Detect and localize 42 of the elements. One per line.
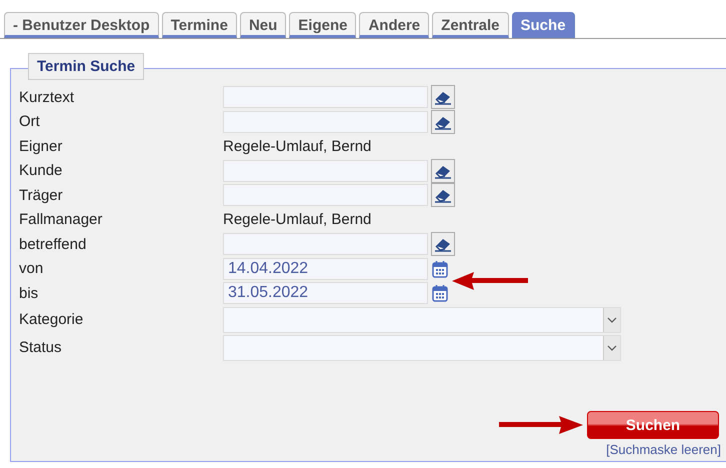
- eraser-button[interactable]: [431, 110, 455, 134]
- tab[interactable]: Andere: [359, 12, 430, 38]
- eraser-button[interactable]: [431, 183, 455, 208]
- field-label: Status: [19, 339, 63, 356]
- field-label: Fallmanager: [19, 211, 104, 228]
- field-label: Eigner: [19, 138, 64, 155]
- field-value: Regele-Umlauf, Bernd: [223, 211, 372, 228]
- tab[interactable]: Suche: [512, 12, 575, 38]
- tab[interactable]: Zentrale: [432, 12, 509, 38]
- calendar-icon[interactable]: [432, 260, 448, 278]
- eraser-button[interactable]: [431, 85, 455, 110]
- field-label: von: [19, 260, 44, 278]
- caret-icon: [603, 336, 620, 360]
- input-field[interactable]: [223, 86, 428, 108]
- search-button[interactable]: Suchen: [587, 411, 719, 439]
- input-field[interactable]: [223, 184, 428, 206]
- field-label: betreffend: [19, 236, 88, 253]
- eraser-icon: [434, 187, 452, 204]
- date-field[interactable]: 14.04.2022: [223, 258, 428, 280]
- field-label: bis: [19, 284, 40, 302]
- field-label: Kurztext: [19, 88, 76, 106]
- eraser-icon: [434, 236, 452, 252]
- field-label: Träger: [19, 186, 64, 204]
- clear-link[interactable]: [Suchmaske leeren]: [606, 442, 721, 457]
- tab[interactable]: Eigene: [289, 12, 356, 38]
- panel-legend: Termin Suche: [28, 53, 144, 80]
- eraser-button[interactable]: [431, 232, 455, 256]
- date-field[interactable]: 31.05.2022: [223, 282, 428, 304]
- field-label: Kategorie: [19, 311, 84, 328]
- input-field[interactable]: [223, 160, 428, 182]
- field-label: Kunde: [19, 162, 64, 180]
- field-value: Regele-Umlauf, Bernd: [223, 138, 372, 155]
- tab[interactable]: Termine: [162, 12, 237, 38]
- eraser-icon: [434, 89, 452, 106]
- field-label: Ort: [19, 113, 41, 130]
- eraser-button[interactable]: [431, 158, 455, 183]
- calendar-icon[interactable]: [432, 284, 448, 302]
- tab[interactable]: Neu: [240, 12, 286, 38]
- input-field[interactable]: [223, 233, 428, 256]
- tab[interactable]: - Benutzer Desktop: [4, 12, 159, 38]
- caret-icon: [603, 308, 620, 332]
- input-field[interactable]: [223, 110, 428, 133]
